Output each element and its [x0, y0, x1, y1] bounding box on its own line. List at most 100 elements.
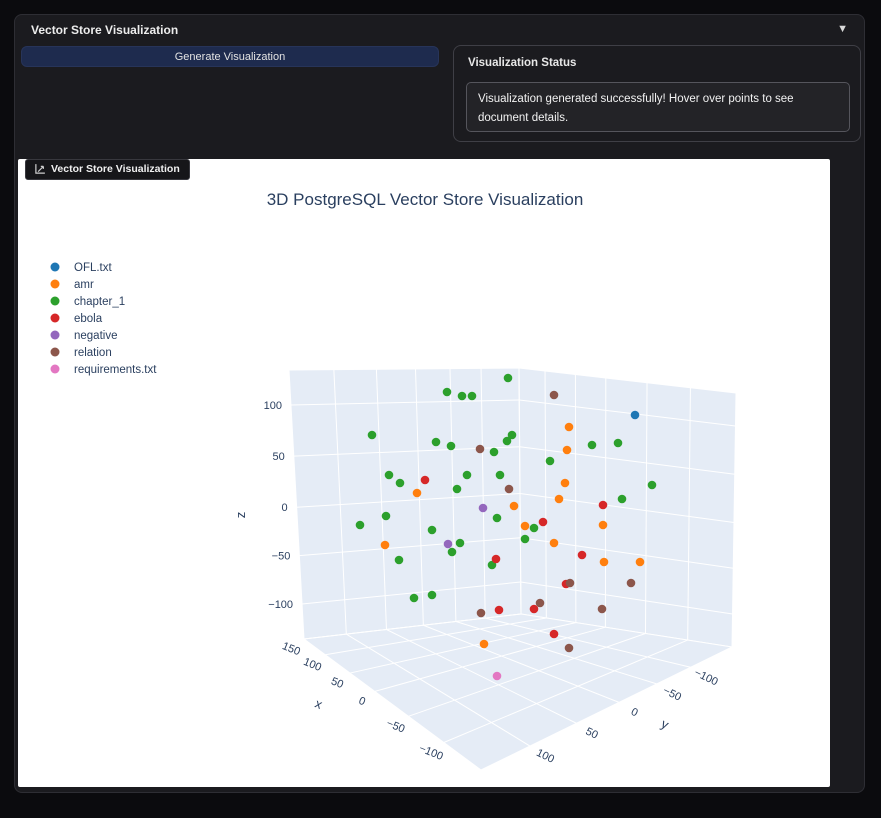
data-point[interactable] [492, 671, 502, 681]
plot-label-chip: Vector Store Visualization [25, 159, 190, 180]
legend-item[interactable]: relation [50, 347, 112, 359]
data-point[interactable] [565, 578, 575, 588]
data-point[interactable] [538, 517, 548, 527]
data-point[interactable] [443, 539, 453, 549]
data-point[interactable] [549, 629, 559, 639]
data-point[interactable] [577, 550, 587, 560]
z-axis-tick: −50 [272, 551, 291, 563]
z-axis-tick: −100 [268, 599, 293, 611]
data-point[interactable] [630, 410, 640, 420]
scene-left-wall [288, 367, 522, 640]
data-point[interactable] [495, 470, 505, 480]
scatter-chart-icon [34, 163, 46, 175]
data-point[interactable] [647, 480, 657, 490]
legend-marker-icon [50, 330, 60, 340]
data-point[interactable] [367, 430, 377, 440]
data-point[interactable] [462, 470, 472, 480]
status-group: Visualization Status Visualization gener… [453, 45, 861, 142]
plot-label: Vector Store Visualization [51, 163, 180, 175]
legend-label: relation [74, 347, 112, 359]
legend-marker-icon [50, 364, 60, 374]
data-point[interactable] [520, 521, 530, 531]
legend-label: chapter_1 [74, 296, 125, 308]
x-axis-tick: 150 [280, 640, 302, 658]
data-point[interactable] [409, 593, 419, 603]
plot-panel: 100 50 0 −50 −100 150 100 50 0 −50 −100 100 50 0 −50 −1… [18, 159, 830, 787]
data-point[interactable] [598, 520, 608, 530]
y-axis-tick: 50 [584, 725, 600, 741]
generate-visualization-button[interactable]: Generate Visualization [21, 46, 439, 67]
data-point[interactable] [494, 605, 504, 615]
data-point[interactable] [560, 478, 570, 488]
data-point[interactable] [587, 440, 597, 450]
data-point[interactable] [395, 478, 405, 488]
legend-label: amr [74, 279, 94, 291]
legend-item[interactable]: requirements.txt [50, 364, 158, 376]
data-point[interactable] [617, 494, 627, 504]
data-point[interactable] [554, 494, 564, 504]
data-point[interactable] [562, 445, 572, 455]
data-point[interactable] [564, 643, 574, 653]
legend-label: requirements.txt [74, 364, 157, 376]
data-point[interactable] [504, 484, 514, 494]
data-point[interactable] [529, 523, 539, 533]
data-point[interactable] [635, 557, 645, 567]
data-point[interactable] [509, 501, 519, 511]
data-point[interactable] [447, 547, 457, 557]
data-point[interactable] [549, 538, 559, 548]
legend-item[interactable]: ebola [50, 313, 103, 325]
data-point[interactable] [489, 447, 499, 457]
data-point[interactable] [545, 456, 555, 466]
legend-label: negative [74, 330, 117, 342]
status-title: Visualization Status [468, 57, 577, 69]
plot-title: 3D PostgreSQL Vector Store Visualization [267, 190, 584, 209]
data-point[interactable] [492, 513, 502, 523]
data-point[interactable] [380, 540, 390, 550]
x-axis-title: x [313, 696, 325, 713]
data-point[interactable] [613, 438, 623, 448]
data-point[interactable] [457, 391, 467, 401]
legend-item[interactable]: chapter_1 [50, 296, 126, 308]
data-point[interactable] [446, 441, 456, 451]
data-point[interactable] [467, 391, 477, 401]
data-point[interactable] [597, 604, 607, 614]
plot-canvas[interactable]: 100500−50−100150100500−50−100 100500−50−1… [18, 159, 830, 787]
data-point[interactable] [431, 437, 441, 447]
data-point[interactable] [599, 557, 609, 567]
data-point[interactable] [564, 422, 574, 432]
legend-item[interactable]: OFL.txt [50, 262, 113, 274]
accordion-collapse-icon[interactable]: ▼ [837, 23, 848, 35]
data-point[interactable] [626, 578, 636, 588]
data-point[interactable] [475, 444, 485, 454]
data-point[interactable] [427, 590, 437, 600]
scene-right-wall [518, 367, 737, 648]
legend-marker-icon [50, 279, 60, 289]
data-point[interactable] [355, 520, 365, 530]
data-point[interactable] [520, 534, 530, 544]
data-point[interactable] [476, 608, 486, 618]
y-axis-tick: 0 [629, 706, 640, 719]
data-point[interactable] [549, 390, 559, 400]
y-axis-tick: 100 [534, 747, 556, 766]
data-point[interactable] [427, 525, 437, 535]
data-point[interactable] [502, 436, 512, 446]
data-point[interactable] [442, 387, 452, 397]
data-point[interactable] [452, 484, 462, 494]
data-point[interactable] [491, 554, 501, 564]
data-point[interactable] [381, 511, 391, 521]
legend-item[interactable]: amr [50, 279, 94, 291]
data-point[interactable] [598, 500, 608, 510]
z-axis-tick: 50 [273, 451, 285, 463]
data-point[interactable] [394, 555, 404, 565]
y-axis-tick: −50 [661, 685, 683, 704]
data-point[interactable] [455, 538, 465, 548]
y-axis-tick: −100 [692, 667, 720, 689]
data-point[interactable] [478, 503, 488, 513]
legend-item[interactable]: negative [50, 330, 118, 342]
data-point[interactable] [420, 475, 430, 485]
data-point[interactable] [412, 488, 422, 498]
data-point[interactable] [503, 373, 513, 383]
data-point[interactable] [479, 639, 489, 649]
data-point[interactable] [384, 470, 394, 480]
data-point[interactable] [535, 598, 545, 608]
